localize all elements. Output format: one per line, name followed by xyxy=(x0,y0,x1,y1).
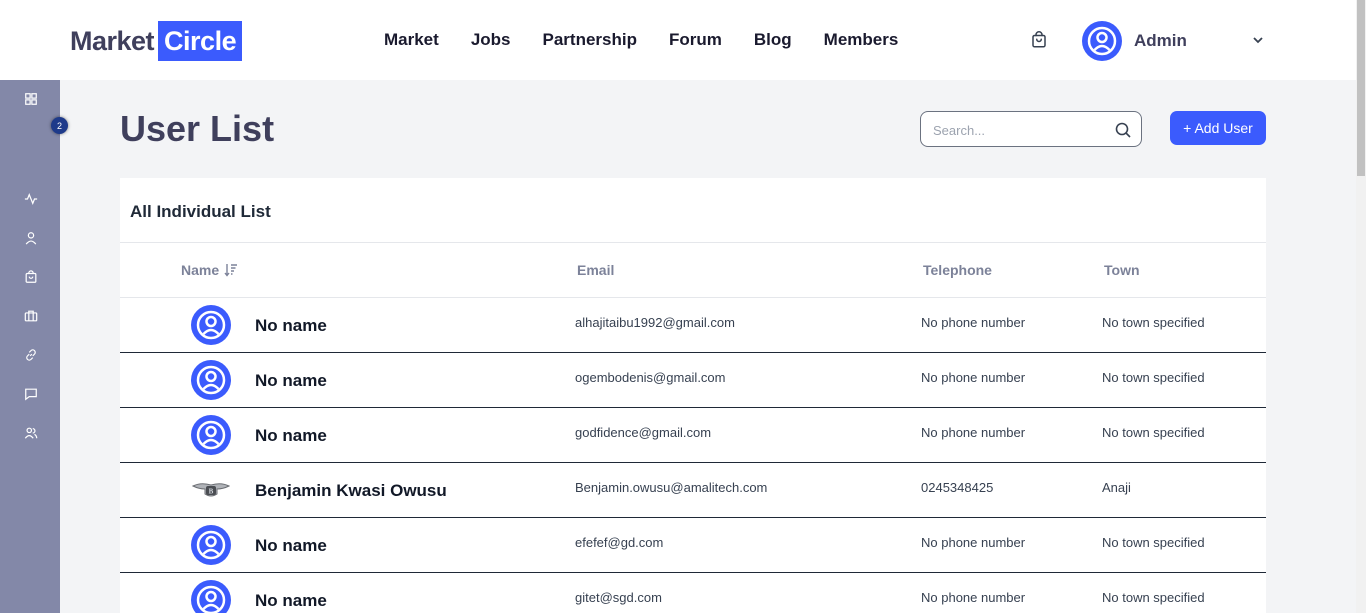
user-name: No name xyxy=(255,536,327,555)
user-email: alhajitaibu1992@gmail.com xyxy=(575,315,735,330)
page-title: User List xyxy=(120,108,275,149)
shopping-bag-icon[interactable] xyxy=(1030,31,1048,49)
user-circle-icon xyxy=(196,585,226,613)
user-circle-icon xyxy=(196,530,226,560)
logo-text-circle: Circle xyxy=(158,21,243,61)
column-header-town: Town xyxy=(1104,262,1140,278)
user-telephone: No phone number xyxy=(921,370,1026,385)
add-user-button[interactable]: + Add User xyxy=(1170,111,1266,145)
nav-partnership[interactable]: Partnership xyxy=(543,30,637,50)
user-town: No town specified xyxy=(1102,535,1205,550)
sort-icon[interactable] xyxy=(224,263,238,277)
table-row[interactable]: B Benjamin Kwasi Owusu Benjamin.owusu@am… xyxy=(120,463,1266,518)
nav-blog[interactable]: Blog xyxy=(754,30,792,50)
avatar xyxy=(191,580,231,613)
avatar xyxy=(191,525,231,565)
market-circle-logo[interactable]: Market Circle xyxy=(70,21,243,61)
user-town: Anaji xyxy=(1102,480,1131,495)
user-list-card: All Individual List Name Email Telephone… xyxy=(120,178,1266,613)
sidebar xyxy=(0,80,60,613)
dashboard-icon[interactable] xyxy=(24,92,38,106)
column-header-telephone: Telephone xyxy=(923,262,992,278)
search-box[interactable] xyxy=(920,111,1142,147)
avatar xyxy=(191,360,231,400)
user-name: No name xyxy=(255,371,327,390)
scrollbar-thumb[interactable] xyxy=(1357,0,1365,176)
search-icon[interactable] xyxy=(1115,122,1131,138)
briefcase-icon[interactable] xyxy=(24,309,38,323)
user-icon[interactable] xyxy=(24,231,38,245)
user-email: efefef@gd.com xyxy=(575,535,664,550)
user-name: No name xyxy=(255,426,327,445)
user-name: No name xyxy=(255,591,327,610)
user-town: No town specified xyxy=(1102,425,1205,440)
avatar-photo: B xyxy=(191,470,231,510)
logo-text-market: Market xyxy=(70,25,155,56)
user-telephone: 0245348425 xyxy=(921,480,994,495)
user-circle-icon xyxy=(196,365,226,395)
nav-jobs[interactable]: Jobs xyxy=(471,30,511,50)
user-circle-icon xyxy=(196,420,226,450)
shopping-bag-icon[interactable] xyxy=(24,270,38,284)
divider xyxy=(120,242,1266,243)
table-row[interactable]: No name gitet@sgd.com No phone number No… xyxy=(120,573,1266,613)
message-icon[interactable] xyxy=(24,387,38,401)
user-telephone: No phone number xyxy=(921,535,1026,550)
nav-members[interactable]: Members xyxy=(824,30,899,50)
avatar xyxy=(191,415,231,455)
main-nav: Market Jobs Partnership Forum Blog Membe… xyxy=(384,30,930,50)
user-circle-icon xyxy=(1087,26,1117,56)
users-icon[interactable] xyxy=(24,426,38,440)
nav-market[interactable]: Market xyxy=(384,30,439,50)
user-telephone: No phone number xyxy=(921,315,1026,330)
car-emblem-image: B xyxy=(191,483,231,497)
user-name: Benjamin Kwasi Owusu xyxy=(255,481,447,500)
activity-icon[interactable] xyxy=(24,192,38,206)
chevron-down-icon[interactable] xyxy=(1252,35,1264,45)
user-email: Benjamin.owusu@amalitech.com xyxy=(575,480,768,495)
admin-name[interactable]: Admin xyxy=(1134,31,1187,51)
user-town: No town specified xyxy=(1102,590,1205,605)
avatar xyxy=(191,305,231,345)
table-row[interactable]: No name ogembodenis@gmail.com No phone n… xyxy=(120,353,1266,408)
top-navbar: Market Circle Market Jobs Partnership Fo… xyxy=(0,0,1356,80)
table-row[interactable]: No name godfidence@gmail.com No phone nu… xyxy=(120,408,1266,463)
svg-text:B: B xyxy=(209,488,214,496)
link-icon[interactable] xyxy=(24,348,38,362)
nav-forum[interactable]: Forum xyxy=(669,30,722,50)
user-telephone: No phone number xyxy=(921,425,1026,440)
user-circle-icon xyxy=(196,310,226,340)
user-email: ogembodenis@gmail.com xyxy=(575,370,726,385)
admin-avatar[interactable] xyxy=(1082,21,1122,61)
user-telephone: No phone number xyxy=(921,590,1026,605)
user-name: No name xyxy=(255,316,327,335)
user-town: No town specified xyxy=(1102,315,1205,330)
search-input[interactable] xyxy=(933,120,1113,140)
table-row[interactable]: No name efefef@gd.com No phone number No… xyxy=(120,518,1266,573)
user-email: gitet@sgd.com xyxy=(575,590,662,605)
notification-badge[interactable]: 2 xyxy=(51,117,68,134)
card-title: All Individual List xyxy=(130,202,271,221)
user-town: No town specified xyxy=(1102,370,1205,385)
column-header-name[interactable]: Name xyxy=(181,262,238,278)
column-header-email: Email xyxy=(577,262,615,278)
column-header-name-label: Name xyxy=(181,262,220,278)
user-email: godfidence@gmail.com xyxy=(575,425,712,440)
table-row[interactable]: No name alhajitaibu1992@gmail.com No pho… xyxy=(120,298,1266,353)
